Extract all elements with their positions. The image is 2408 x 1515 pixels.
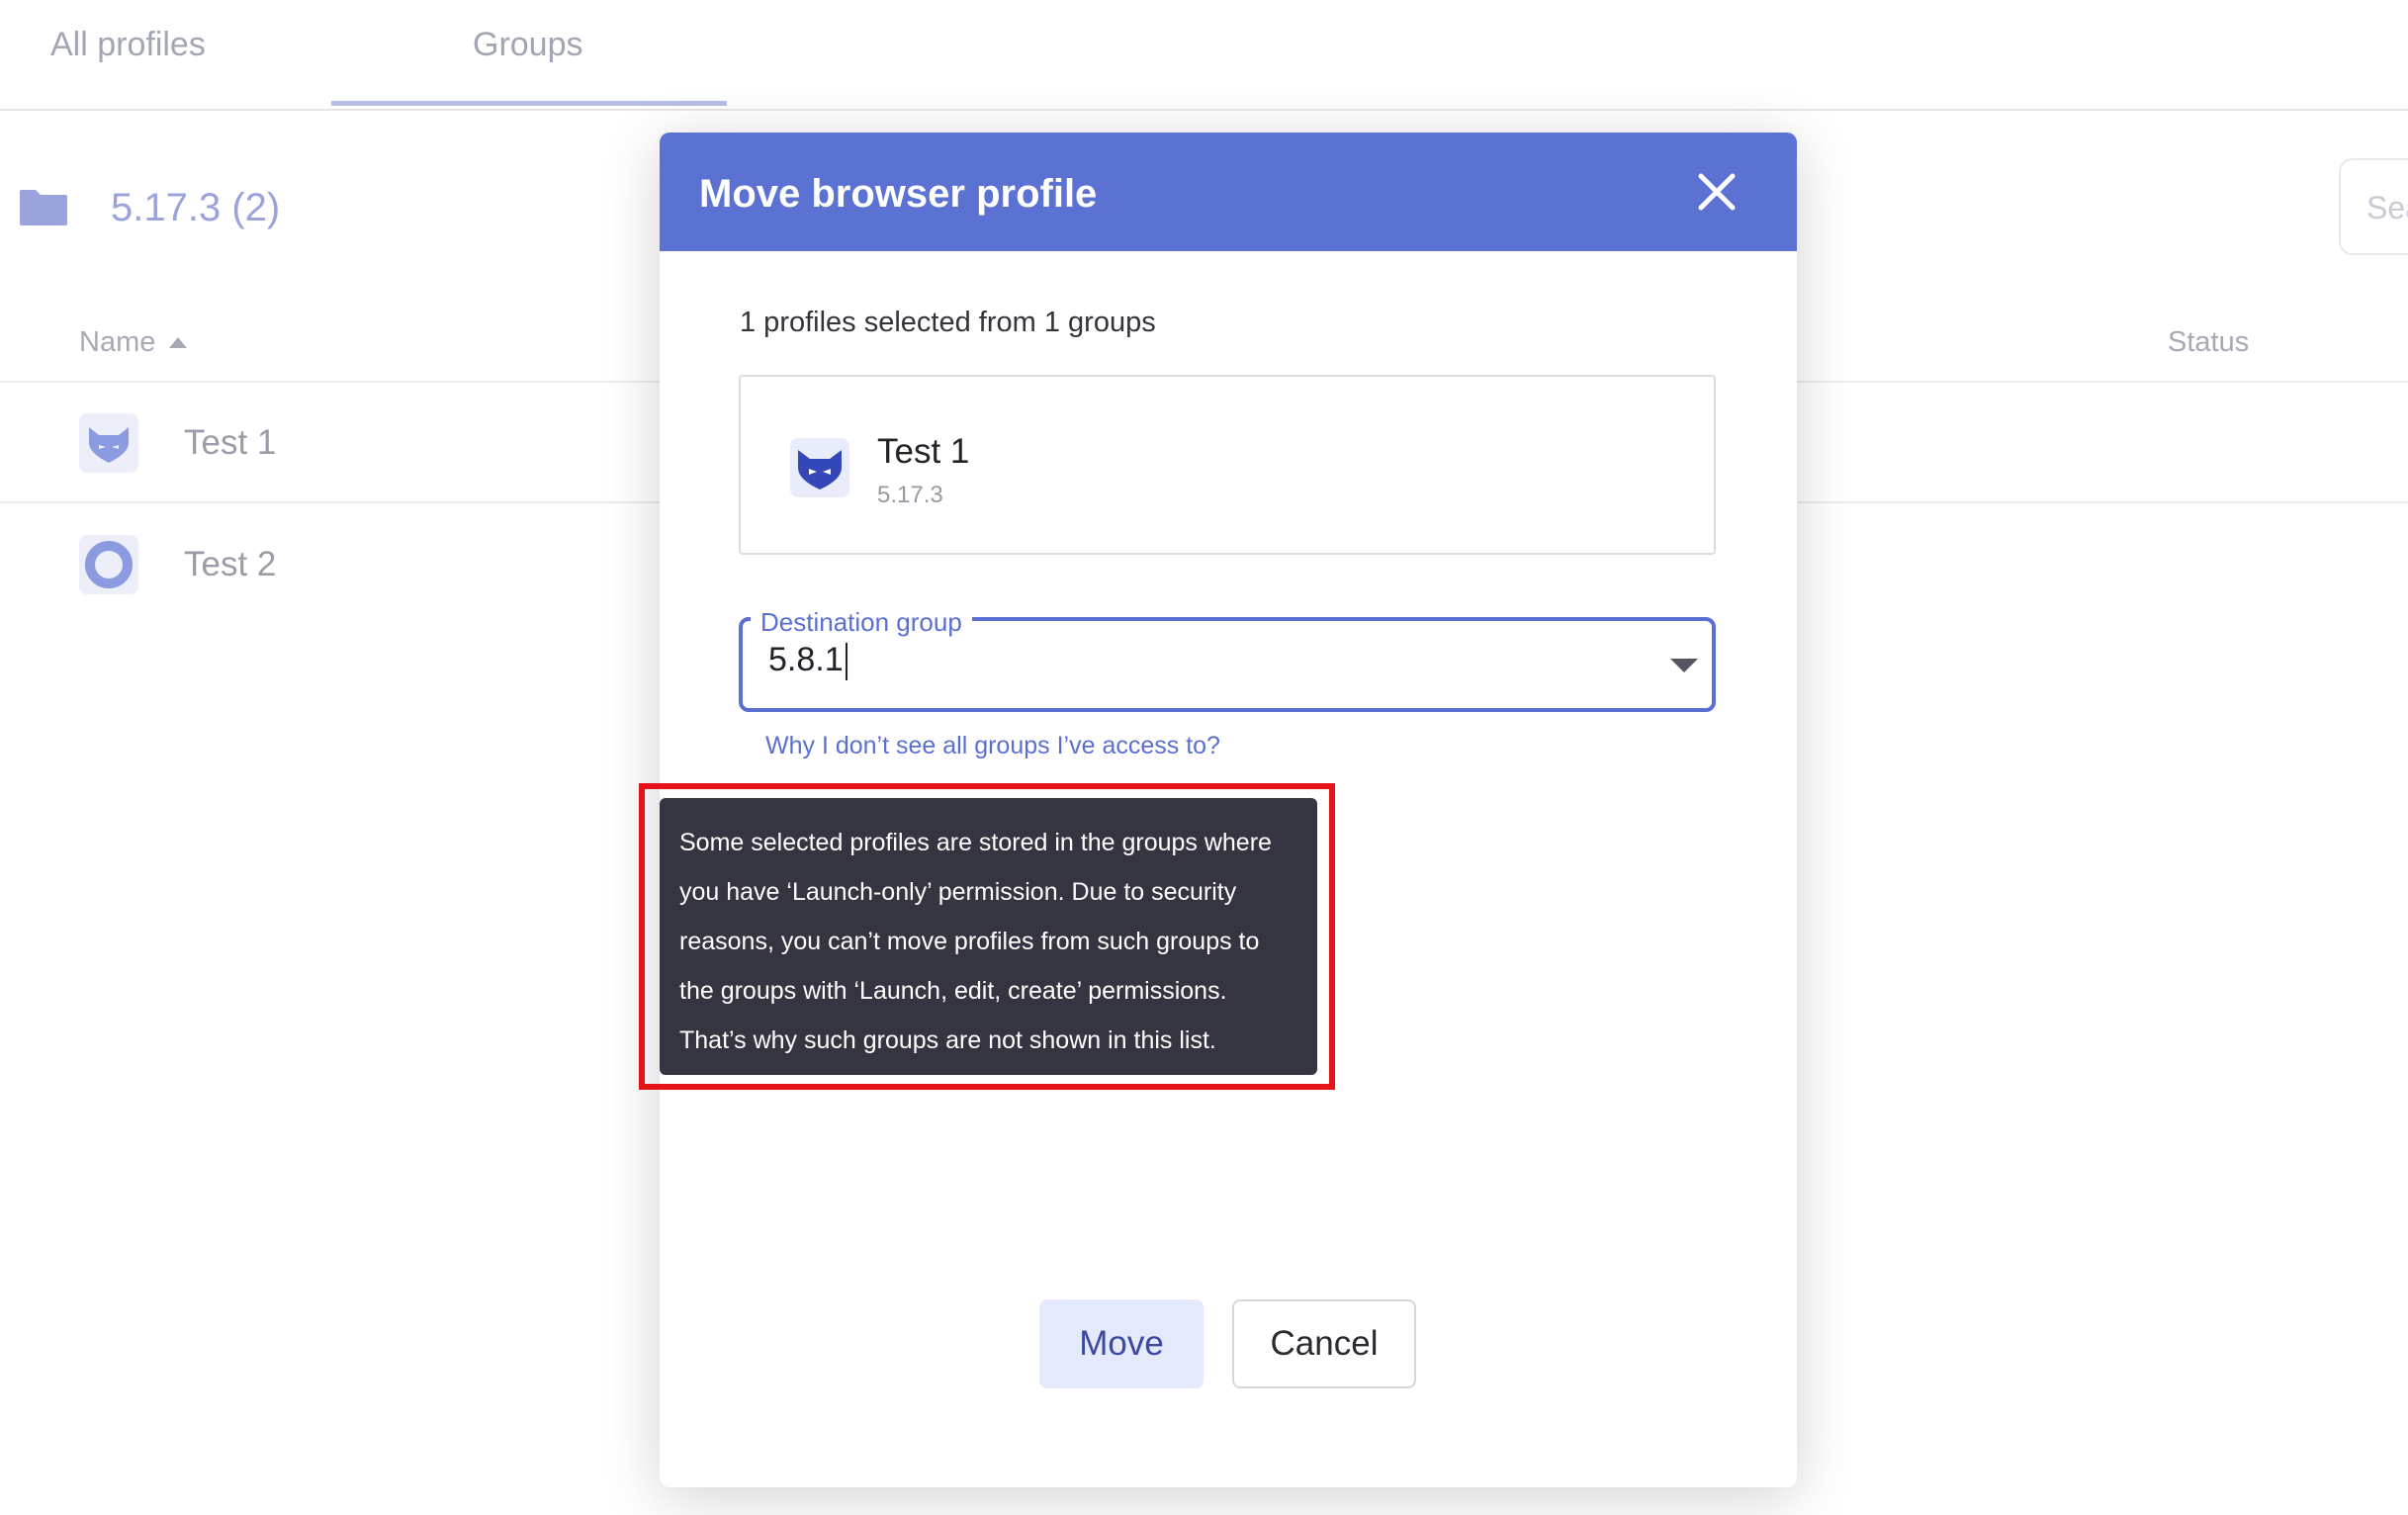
search-placeholder: Sea bbox=[2366, 190, 2408, 225]
column-header-name[interactable]: Name bbox=[79, 326, 188, 359]
profile-version: 5.17.3 bbox=[877, 482, 943, 508]
fox-browser-icon bbox=[790, 438, 849, 497]
dialog-title: Move browser profile bbox=[699, 172, 1098, 216]
table-row[interactable]: Test 1 bbox=[79, 412, 276, 474]
folder-icon bbox=[18, 188, 69, 227]
dialog-header: Move browser profile bbox=[660, 133, 1797, 251]
group-title: 5.17.3 (2) bbox=[111, 185, 281, 229]
profile-name: Test 1 bbox=[877, 432, 970, 471]
selected-profile-card: Test 1 5.17.3 bbox=[739, 375, 1716, 555]
active-tab-indicator bbox=[331, 101, 727, 106]
selection-summary: 1 profiles selected from 1 groups bbox=[740, 307, 1156, 338]
move-button[interactable]: Move bbox=[1039, 1299, 1204, 1388]
table-row[interactable]: Test 2 bbox=[79, 534, 276, 595]
close-icon[interactable] bbox=[1693, 168, 1740, 216]
group-header: 5.17.3 (2) bbox=[18, 178, 280, 237]
destination-group-label: Destination group bbox=[751, 607, 972, 638]
tab-all-profiles[interactable]: All profiles bbox=[50, 26, 206, 64]
destination-group-value[interactable]: 5.8.1 bbox=[768, 641, 847, 681]
chevron-down-icon[interactable] bbox=[1670, 659, 1698, 672]
tab-bar: All profiles Groups bbox=[0, 0, 2408, 111]
text-cursor bbox=[845, 643, 847, 681]
column-name-label: Name bbox=[79, 326, 156, 358]
cancel-button[interactable]: Cancel bbox=[1232, 1299, 1416, 1388]
groups-access-help-link[interactable]: Why I don’t see all groups I’ve access t… bbox=[765, 732, 1220, 760]
column-header-status[interactable]: Status bbox=[2168, 326, 2249, 359]
ring-browser-icon bbox=[79, 535, 138, 594]
permission-tooltip: Some selected profiles are stored in the… bbox=[660, 798, 1317, 1075]
sort-ascending-icon bbox=[169, 337, 188, 348]
row-label: Test 1 bbox=[184, 423, 277, 462]
tooltip-text: Some selected profiles are stored in the… bbox=[679, 829, 1272, 1054]
fox-browser-icon bbox=[79, 413, 138, 473]
row-label: Test 2 bbox=[184, 545, 277, 583]
search-input[interactable]: Sea bbox=[2339, 158, 2408, 255]
tab-groups[interactable]: Groups bbox=[473, 26, 583, 64]
